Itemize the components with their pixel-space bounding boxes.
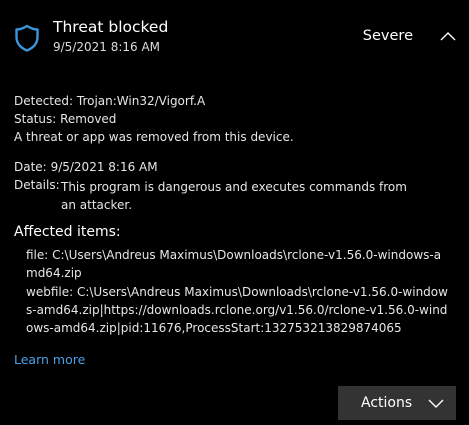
threat-header[interactable]: Threat blocked 9/5/2021 8:16 AM Severe	[0, 0, 469, 64]
detected-value: Trojan:Win32/Vigorf.A	[76, 94, 206, 108]
status-value: Removed	[60, 112, 117, 126]
affected-items-heading: Affected items:	[14, 224, 121, 240]
removal-message: A threat or app was removed from this de…	[14, 130, 294, 144]
threat-timestamp: 9/5/2021 8:16 AM	[53, 40, 161, 54]
date-label: Date:	[14, 160, 47, 174]
affected-item-file: file: C:\Users\Andreus Maximus\Downloads…	[26, 248, 442, 280]
chevron-up-icon[interactable]	[439, 30, 457, 42]
learn-more-link[interactable]: Learn more	[14, 352, 85, 367]
actions-label: Actions	[361, 395, 413, 411]
status-label: Status:	[14, 112, 57, 126]
threat-notification-panel: Threat blocked 9/5/2021 8:16 AM Severe D…	[0, 0, 469, 425]
details-label: Details:	[14, 178, 60, 192]
details-value: This program is dangerous and executes c…	[61, 180, 407, 212]
date-value: 9/5/2021 8:16 AM	[50, 160, 158, 174]
severity-label: Severe	[362, 28, 413, 44]
actions-button[interactable]: Actions	[338, 386, 456, 420]
chevron-down-icon	[428, 399, 444, 408]
date-row: Date: 9/5/2021 8:16 AM	[14, 160, 158, 174]
shield-icon	[15, 24, 39, 52]
detected-row: Detected: Trojan:Win32/Vigorf.A	[14, 94, 205, 108]
affected-item-webfile: webfile: C:\Users\Andreus Maximus\Downlo…	[26, 285, 448, 335]
detected-label: Detected:	[14, 94, 74, 108]
status-row: Status: Removed	[14, 112, 116, 126]
threat-title: Threat blocked	[53, 18, 169, 36]
